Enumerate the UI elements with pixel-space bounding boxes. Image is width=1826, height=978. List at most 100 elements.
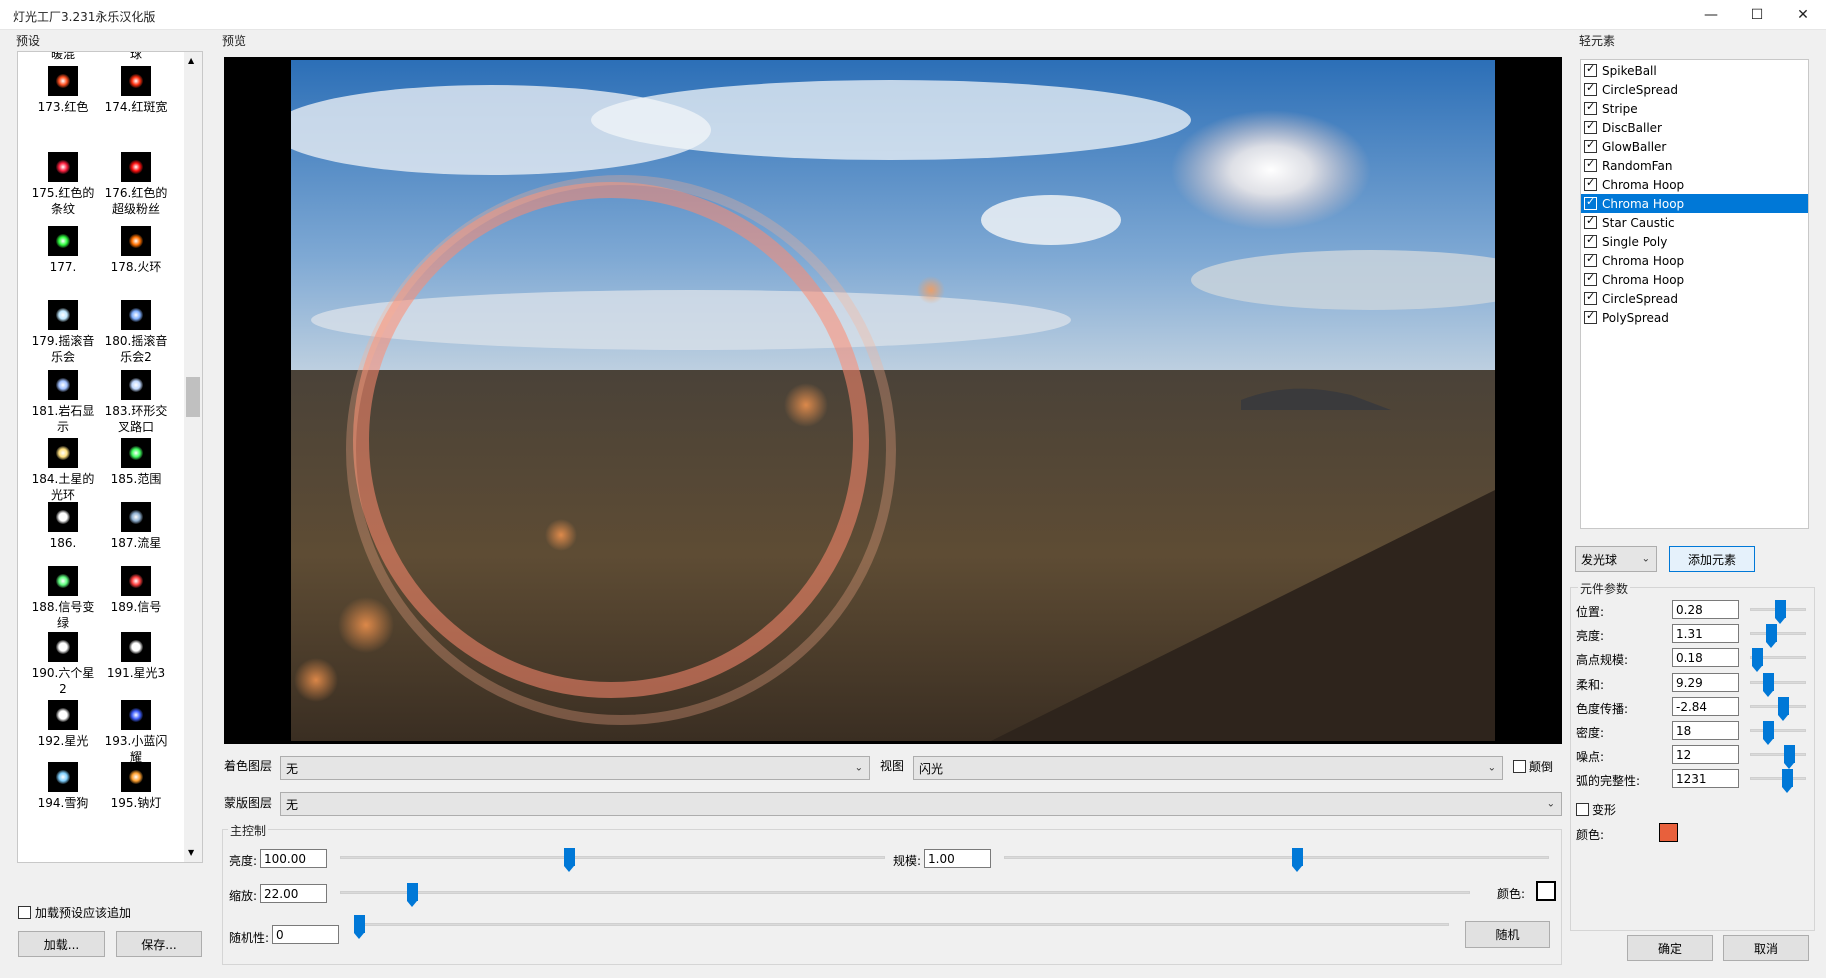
preset-item[interactable]: 193.小蓝闪耀 xyxy=(101,700,171,765)
element-list-item[interactable]: CircleSpread xyxy=(1581,289,1808,308)
ok-button[interactable]: 确定 xyxy=(1627,935,1713,961)
element-list-item[interactable]: SpikeBall xyxy=(1581,61,1808,80)
append-presets-checkbox[interactable]: 加载预设应该追加 xyxy=(18,904,131,921)
param-slider-thumb[interactable] xyxy=(1777,696,1789,721)
element-enabled-checkbox[interactable] xyxy=(1584,195,1597,210)
preset-item[interactable]: 188.信号变绿 xyxy=(28,566,98,631)
view-select[interactable]: 闪光 ⌄ xyxy=(913,756,1503,780)
element-list-item[interactable]: Chroma Hoop xyxy=(1581,251,1808,270)
element-enabled-checkbox[interactable] xyxy=(1584,138,1597,153)
preview-canvas[interactable] xyxy=(224,57,1562,744)
color-layer-select[interactable]: 无 ⌄ xyxy=(280,756,870,780)
deform-checkbox-box[interactable] xyxy=(1576,803,1589,816)
param-input[interactable]: 1231 xyxy=(1672,769,1739,789)
deform-checkbox[interactable]: 变形 xyxy=(1576,801,1616,818)
element-enabled-checkbox[interactable] xyxy=(1584,233,1597,248)
param-track[interactable] xyxy=(1750,729,1806,732)
preset-item[interactable]: 176.红色的超级粉丝 xyxy=(101,152,171,217)
scale-input[interactable]: 1.00 xyxy=(924,849,991,868)
zoom-track[interactable] xyxy=(340,891,1470,894)
element-enabled-checkbox[interactable] xyxy=(1584,100,1597,115)
param-slider-thumb[interactable] xyxy=(1762,672,1774,697)
maximize-button[interactable]: ☐ xyxy=(1734,0,1780,30)
param-slider-thumb[interactable] xyxy=(1783,745,1795,770)
param-slider-thumb[interactable] xyxy=(1774,600,1786,624)
scale-slider-thumb[interactable] xyxy=(1292,848,1304,872)
preset-item[interactable]: 187.流星 xyxy=(101,502,171,551)
preset-partial-label[interactable]: 暖混 xyxy=(28,52,98,62)
presets-list[interactable]: 暖混球 173.红色 174.红斑宽 175.红色的条纹 176.红色的超级粉丝 177.… xyxy=(17,51,203,863)
param-slider-thumb[interactable] xyxy=(1762,721,1774,745)
element-list-item[interactable]: Stripe xyxy=(1581,99,1808,118)
param-input[interactable]: 0.18 xyxy=(1672,648,1739,668)
param-input[interactable]: 0.28 xyxy=(1672,600,1739,619)
preset-item[interactable]: 190.六个星 2 xyxy=(28,632,98,697)
element-list-item[interactable]: GlowBaller xyxy=(1581,137,1808,156)
scroll-thumb[interactable] xyxy=(186,377,200,417)
preset-item[interactable]: 179.摇滚音乐会 xyxy=(28,300,98,365)
preset-item[interactable]: 195.钠灯 xyxy=(101,762,171,811)
param-track[interactable] xyxy=(1750,777,1806,781)
load-preset-button[interactable]: 加载... xyxy=(18,931,105,957)
master-color-swatch[interactable] xyxy=(1536,881,1556,901)
randomness-track[interactable] xyxy=(354,923,1449,926)
element-color-swatch[interactable] xyxy=(1659,823,1678,842)
preset-item[interactable]: 183.环形交叉路口 xyxy=(101,370,171,435)
add-element-button[interactable]: 添加元素 xyxy=(1669,546,1755,572)
zoom-slider-thumb[interactable] xyxy=(407,883,419,907)
element-enabled-checkbox[interactable] xyxy=(1584,290,1597,305)
element-list-item[interactable]: Chroma Hoop xyxy=(1581,194,1808,213)
param-input[interactable]: 1.31 xyxy=(1672,624,1739,644)
randomness-slider-thumb[interactable] xyxy=(354,915,365,939)
elements-list[interactable]: SpikeBall CircleSpread Stripe DiscBaller Glo… xyxy=(1580,59,1809,529)
brightness-track[interactable] xyxy=(340,856,885,859)
element-enabled-checkbox[interactable] xyxy=(1584,62,1597,77)
element-enabled-checkbox[interactable] xyxy=(1584,271,1597,286)
element-list-item[interactable]: PolySpread xyxy=(1581,308,1808,327)
preset-partial-label[interactable]: 球 xyxy=(101,52,171,62)
cancel-button[interactable]: 取消 xyxy=(1723,935,1809,961)
param-slider-thumb[interactable] xyxy=(1752,648,1764,673)
element-list-item[interactable]: Star Caustic xyxy=(1581,213,1808,232)
minimize-button[interactable]: — xyxy=(1688,0,1734,30)
preset-item[interactable]: 177. xyxy=(28,226,98,275)
element-enabled-checkbox[interactable] xyxy=(1584,252,1597,267)
preset-item[interactable]: 186. xyxy=(28,502,98,551)
preset-item[interactable]: 189.信号 xyxy=(101,566,171,615)
param-input[interactable]: 18 xyxy=(1672,721,1739,740)
preset-item[interactable]: 191.星光3 xyxy=(101,632,171,681)
preset-item[interactable]: 174.红斑宽 xyxy=(101,66,171,115)
element-enabled-checkbox[interactable] xyxy=(1584,119,1597,134)
append-checkbox-box[interactable] xyxy=(18,906,31,919)
invert-checkbox-box[interactable] xyxy=(1513,760,1526,773)
preset-item[interactable]: 185.范围 xyxy=(101,438,171,487)
element-enabled-checkbox[interactable] xyxy=(1584,81,1597,96)
scroll-down-icon[interactable]: ▼ xyxy=(188,848,194,857)
param-slider-thumb[interactable] xyxy=(1782,769,1794,794)
element-enabled-checkbox[interactable] xyxy=(1584,214,1597,229)
invert-checkbox[interactable]: 颠倒 xyxy=(1513,758,1553,775)
mask-layer-select[interactable]: 无 ⌄ xyxy=(280,792,1562,816)
element-list-item[interactable]: Chroma Hoop xyxy=(1581,270,1808,289)
param-track[interactable] xyxy=(1750,753,1806,757)
param-input[interactable]: 9.29 xyxy=(1672,672,1739,692)
preset-item[interactable]: 181.岩石显示 xyxy=(28,370,98,435)
preset-item[interactable]: 173.红色 xyxy=(28,66,98,115)
param-track[interactable] xyxy=(1750,632,1806,636)
brightness-slider-thumb[interactable] xyxy=(564,848,576,872)
randomness-input[interactable]: 0 xyxy=(272,925,339,944)
preset-item[interactable]: 194.雪狗 xyxy=(28,762,98,811)
element-list-item[interactable]: RandomFan xyxy=(1581,156,1808,175)
preset-item[interactable]: 192.星光 xyxy=(28,700,98,749)
save-preset-button[interactable]: 保存... xyxy=(116,931,202,957)
preset-item[interactable]: 184.土星的光环 xyxy=(28,438,98,503)
random-button[interactable]: 随机 xyxy=(1465,921,1550,948)
presets-scrollbar[interactable]: ▲ ▼ xyxy=(184,52,202,862)
element-list-item[interactable]: Single Poly xyxy=(1581,232,1808,251)
element-type-select[interactable]: 发光球 ⌄ xyxy=(1575,546,1657,572)
param-input[interactable]: 12 xyxy=(1672,745,1739,765)
close-button[interactable]: ✕ xyxy=(1780,0,1826,30)
element-list-item[interactable]: DiscBaller xyxy=(1581,118,1808,137)
scale-track[interactable] xyxy=(1004,856,1549,859)
element-list-item[interactable]: Chroma Hoop xyxy=(1581,175,1808,194)
